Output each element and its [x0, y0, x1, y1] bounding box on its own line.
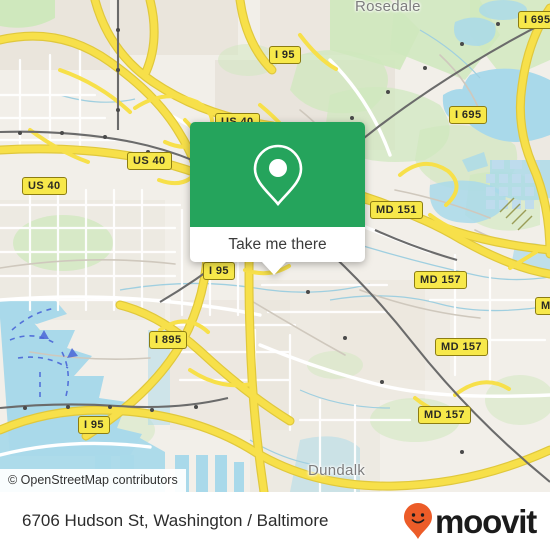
location-callout[interactable]: Take me there [190, 122, 365, 275]
road-shield: I 695 [449, 106, 488, 124]
moovit-smiley-pin-icon [404, 503, 433, 539]
place-label-rosedale: Rosedale [355, 0, 421, 15]
place-label-dundalk: Dundalk [308, 462, 366, 479]
callout-tail [262, 262, 286, 275]
road-shield: MD [535, 297, 550, 315]
map-pin-icon [253, 144, 302, 206]
moovit-wordmark: moovit [435, 502, 537, 540]
footer-bar: 6706 Hudson St, Washington / Baltimore m… [0, 492, 550, 550]
road-shield: I 95 [269, 46, 301, 64]
road-shield: US 40 [127, 152, 172, 170]
map-attribution[interactable]: © OpenStreetMap contributors [0, 469, 186, 492]
road-shield: I 95 [78, 416, 110, 434]
moovit-logo[interactable]: moovit [403, 502, 537, 540]
address-title: 6706 Hudson St, Washington / Baltimore [22, 511, 329, 530]
road-shield: MD 157 [418, 406, 471, 424]
map-canvas[interactable]: .w{fill:#a9d9ea} .pk{fill:#cfe8bd} .bld{… [0, 0, 550, 492]
road-shield: I 895 [149, 331, 188, 349]
road-shield: MD 151 [370, 201, 423, 219]
callout-icon-area [190, 122, 365, 227]
road-shield: MD 157 [435, 338, 488, 356]
take-me-there-button[interactable]: Take me there [190, 227, 365, 262]
take-me-there-label: Take me there [228, 235, 327, 253]
road-shield: US 40 [22, 177, 67, 195]
road-shield: I 95 [203, 262, 235, 280]
road-shield: MD 157 [414, 271, 467, 289]
moovit-map-screenshot: .w{fill:#a9d9ea} .pk{fill:#cfe8bd} .bld{… [0, 0, 550, 550]
road-shield: I 695 [518, 11, 550, 29]
